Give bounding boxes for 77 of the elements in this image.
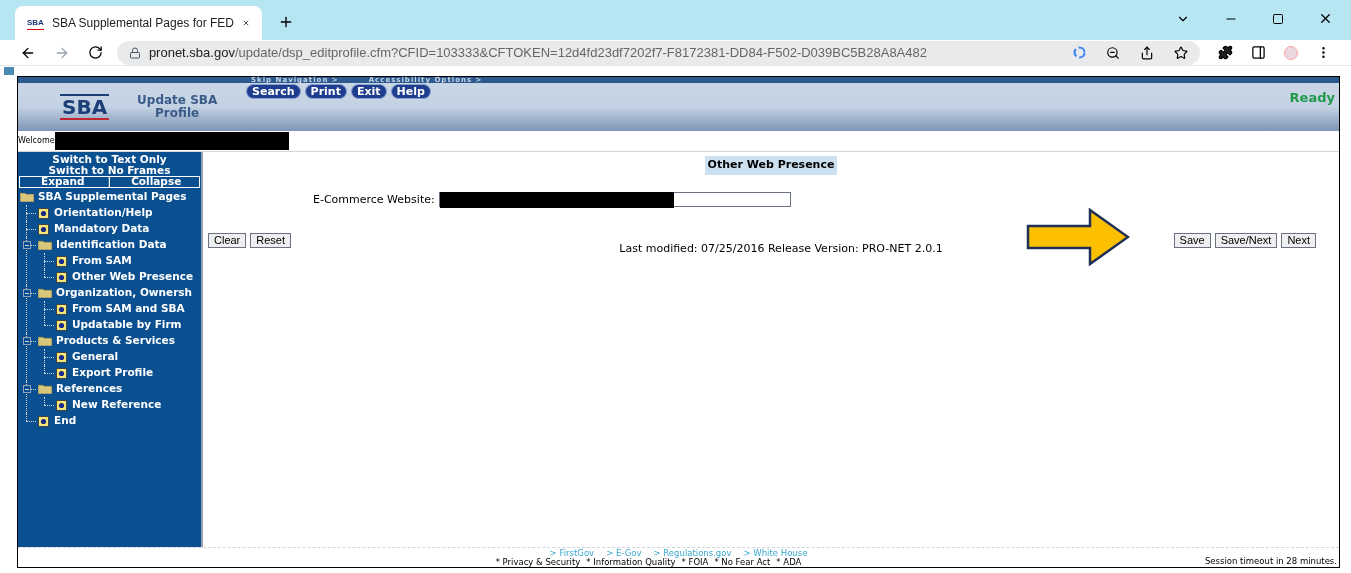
tree-item[interactable]: Updatable by Firm: [72, 317, 182, 333]
form-button[interactable]: Next: [1281, 232, 1316, 248]
page-icon: [56, 303, 67, 315]
form-button[interactable]: Reset: [250, 232, 292, 248]
lock-icon: [128, 46, 141, 59]
field-label: E-Commerce Website:: [313, 191, 435, 208]
tree-item[interactable]: Products & Services: [56, 333, 175, 349]
folder-icon: [38, 240, 52, 250]
tree-item[interactable]: Mandatory Data: [54, 221, 150, 237]
policy-link[interactable]: * ADA: [776, 558, 802, 567]
nav-button[interactable]: Help: [390, 84, 431, 99]
page-icon: [38, 207, 49, 219]
help-icon: [4, 67, 14, 75]
sidebar-link[interactable]: Switch to No Frames: [18, 165, 201, 176]
website-field[interactable]: [438, 192, 791, 208]
tree-item[interactable]: Other Web Presence: [72, 269, 194, 285]
address-bar[interactable]: pronet.sba.gov/update/dsp_editprofile.cfm?CFID=103333&CFTOKEN=12d4fd23df7202f7-F8172381-DD84-F502-D039BC5B28A8A482: [116, 40, 1201, 65]
tree-toggle-link[interactable]: Collapse: [113, 174, 199, 190]
tree-item[interactable]: Organization, Ownersh: [56, 285, 193, 301]
form-button[interactable]: Save/Next: [1214, 232, 1278, 248]
reload-icon[interactable]: [87, 45, 103, 60]
sba-logo: SBA: [60, 94, 110, 120]
tree-item[interactable]: General: [72, 349, 119, 365]
page-icon: [56, 367, 67, 379]
status-text: Ready: [1289, 89, 1335, 107]
folder-icon: [38, 384, 52, 394]
tree-item[interactable]: From SAM and SBA: [72, 301, 185, 317]
policy-link[interactable]: * Privacy & Security: [495, 558, 581, 567]
browser-tab[interactable]: SBA SBA Supplemental Pages for FED: [15, 6, 262, 40]
policy-link[interactable]: * No Fear Act: [714, 558, 771, 567]
section-heading: Other Web Presence: [704, 156, 838, 175]
nav-button[interactable]: Print: [304, 84, 347, 99]
page-title: Update SBA Profile: [136, 94, 219, 120]
google-icon[interactable]: [1073, 46, 1087, 59]
tree-item[interactable]: New Reference: [72, 397, 162, 413]
url-text: pronet.sba.gov/update/dsp_editprofile.cfm?CFID=103333&CFTOKEN=12d4fd23df7202f7-F8172381-DD84-F502-D039BC5B28A8A482: [148, 43, 928, 62]
collapse-icon[interactable]: [23, 289, 31, 297]
sidebar-link[interactable]: Switch to Text Only: [18, 154, 201, 165]
session-text: Session timeout in 28 minutes.: [1204, 557, 1337, 566]
tree-item[interactable]: References: [56, 381, 123, 397]
tree-item[interactable]: Identification Data: [56, 237, 167, 253]
page-icon: [56, 399, 67, 411]
folder-icon: [38, 288, 52, 298]
bookmark-icon[interactable]: [1174, 45, 1189, 60]
side-panel-icon[interactable]: [1251, 45, 1267, 60]
collapse-icon[interactable]: [23, 385, 31, 393]
collapse-icon[interactable]: [23, 337, 31, 345]
extensions-icon[interactable]: [1218, 45, 1234, 60]
form-button[interactable]: Clear: [208, 232, 247, 248]
policy-link[interactable]: * FOIA: [681, 558, 709, 567]
folder-icon: [38, 336, 52, 346]
page-icon: [56, 271, 67, 283]
folder-icon: [20, 192, 34, 202]
page-icon: [38, 415, 49, 427]
nav-button[interactable]: Exit: [350, 84, 387, 99]
tree-item[interactable]: Export Profile: [72, 365, 154, 381]
page-icon: [56, 255, 67, 267]
last-modified-text: Last modified: 07/25/2016 Release Version: PRO-NET 2.0.1: [619, 241, 943, 257]
welcome-label: Welcome: [18, 135, 55, 147]
nav-button[interactable]: Search: [246, 84, 301, 99]
tree-item[interactable]: SBA Supplemental Pages: [38, 189, 187, 205]
page-icon: [56, 351, 67, 363]
share-icon[interactable]: [1140, 45, 1155, 60]
maximize-icon[interactable]: [1272, 12, 1284, 25]
close-icon[interactable]: [1318, 11, 1333, 26]
tree-item[interactable]: Orientation/Help: [54, 205, 153, 221]
page-icon: [38, 223, 49, 235]
tree-item[interactable]: From SAM: [72, 253, 132, 269]
collapse-icon[interactable]: [23, 241, 31, 249]
policy-link[interactable]: * Information Quality: [586, 558, 676, 567]
tab-title: SBA Supplemental Pages for FED: [51, 15, 234, 32]
page-icon: [56, 319, 67, 331]
new-tab-icon[interactable]: [278, 14, 294, 30]
zoom-icon[interactable]: [1106, 45, 1121, 60]
tree-item[interactable]: End: [54, 413, 77, 429]
tree-toggle-link[interactable]: Expand: [20, 174, 106, 190]
form-button[interactable]: Save: [1173, 232, 1211, 248]
